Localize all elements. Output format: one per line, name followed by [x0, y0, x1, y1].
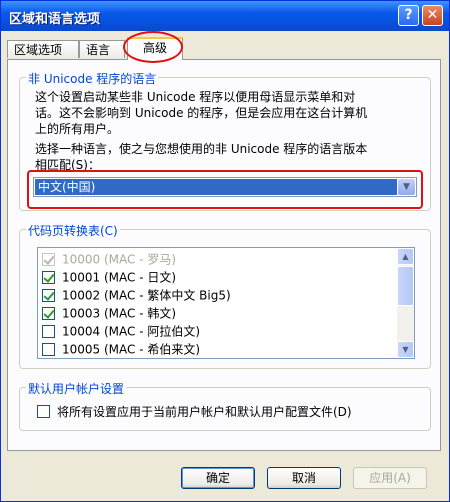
description-line: 话。这不会影响到 Unicode 的程序，但是会应用在这台计算机	[35, 106, 368, 120]
highlight-ellipse	[123, 31, 183, 63]
vertical-scrollbar[interactable]: ▲ ▼	[397, 248, 414, 358]
list-item[interactable]: 10003 (MAC - 韩文)	[42, 304, 176, 322]
checkbox[interactable]	[42, 289, 55, 302]
checkbox[interactable]	[42, 307, 55, 320]
cancel-button[interactable]: 取消	[267, 467, 341, 489]
list-item-label: 10001 (MAC - 日文)	[62, 270, 177, 285]
tab-regional-options[interactable]: 区域选项	[7, 40, 79, 58]
list-item[interactable]: 10000 (MAC - 罗马)	[42, 250, 176, 268]
description-line: 这个设置启动某些非 Unicode 程序以便用母语显示菜单和对	[35, 90, 356, 104]
checkbox[interactable]	[42, 343, 55, 356]
tab-languages[interactable]: 语言	[79, 40, 125, 58]
list-item-label: 10000 (MAC - 罗马)	[62, 252, 177, 267]
description-line: 上的所有用户。	[35, 122, 120, 136]
list-item-label: 10002 (MAC - 繁体中文 Big5)	[62, 288, 231, 303]
list-item-label: 10003 (MAC - 韩文)	[62, 306, 177, 321]
scroll-thumb[interactable]	[397, 266, 414, 306]
list-item[interactable]: 10004 (MAC - 阿拉伯文)	[42, 322, 200, 340]
unicode-description: 这个设置启动某些非 Unicode 程序以便用母语显示菜单和对 话。这不会影响到…	[35, 89, 425, 137]
checkbox[interactable]	[42, 271, 55, 284]
codepage-list[interactable]: 10000 (MAC - 罗马) 10001 (MAC - 日文) 10002 …	[37, 247, 415, 359]
list-item-label: 10005 (MAC - 希伯来文)	[62, 342, 201, 357]
select-label-line: 选择一种语言，使之与您想使用的非 Unicode 程序的语言版本	[35, 142, 368, 156]
unicode-group-title: 非 Unicode 程序的语言	[26, 70, 159, 87]
list-item[interactable]: 10001 (MAC - 日文)	[42, 268, 176, 286]
scroll-down-icon[interactable]: ▼	[397, 341, 414, 358]
checkbox	[42, 253, 55, 266]
ok-button[interactable]: 确定	[181, 467, 255, 489]
apply-default-user-checkbox[interactable]	[37, 405, 50, 418]
help-button[interactable]: ?	[398, 5, 419, 26]
title-bar[interactable]: 区域和语言选项 ? ✕	[1, 1, 449, 31]
apply-default-user-label: 将所有设置应用于当前用户帐户和默认用户配置文件(D)	[57, 405, 352, 419]
scroll-up-icon[interactable]: ▲	[397, 248, 414, 265]
select-language-label: 选择一种语言，使之与您想使用的非 Unicode 程序的语言版本 相匹配(S)：	[35, 141, 425, 173]
close-button[interactable]: ✕	[422, 5, 443, 26]
apply-button[interactable]: 应用(A)	[353, 467, 427, 489]
checkbox[interactable]	[42, 325, 55, 338]
highlight-rectangle	[27, 170, 423, 209]
list-item[interactable]: 10002 (MAC - 繁体中文 Big5)	[42, 286, 231, 304]
list-item-label: 10004 (MAC - 阿拉伯文)	[62, 324, 201, 339]
default-user-group-title: 默认用户帐户设置	[26, 380, 127, 397]
list-item[interactable]: 10005 (MAC - 希伯来文)	[42, 340, 200, 358]
apply-default-user-option[interactable]: 将所有设置应用于当前用户帐户和默认用户配置文件(D)	[37, 403, 352, 420]
region-language-dialog: 区域和语言选项 ? ✕ 区域选项 语言 高级 非 Unicode 程序的语言 这…	[0, 0, 450, 502]
window-title: 区域和语言选项	[9, 12, 101, 27]
codepage-group-title: 代码页转换表(C)	[26, 222, 120, 239]
